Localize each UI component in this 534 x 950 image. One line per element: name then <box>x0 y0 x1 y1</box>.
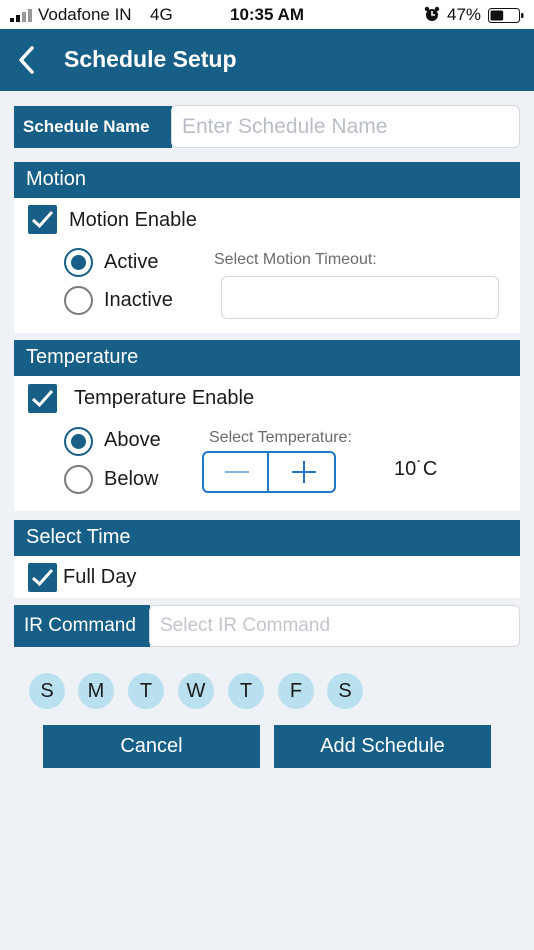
temperature-enable-checkbox[interactable] <box>28 384 57 413</box>
day-monday[interactable]: M <box>78 673 114 709</box>
add-schedule-button[interactable]: Add Schedule <box>274 725 491 768</box>
temperature-below-radio[interactable] <box>64 465 93 494</box>
status-bar: Vodafone IN 4G 10:35 AM 47% <box>0 0 534 29</box>
day-wednesday[interactable]: W <box>178 673 214 709</box>
page-title: Schedule Setup <box>64 46 237 72</box>
nav-bar: Schedule Setup <box>0 29 534 91</box>
motion-timeout-field[interactable] <box>221 276 499 319</box>
full-day-checkbox[interactable] <box>28 563 57 592</box>
checkmark-icon <box>31 569 54 587</box>
temperature-value: 10˙C <box>394 458 438 480</box>
battery-percentage: 47% <box>447 5 482 24</box>
day-tuesday[interactable]: T <box>128 673 164 709</box>
motion-timeout-label: Select Motion Timeout: <box>214 251 377 268</box>
battery-icon <box>488 8 524 23</box>
schedule-name-label: Schedule Name <box>14 106 172 148</box>
temperature-enable-label: Temperature Enable <box>74 387 255 409</box>
checkmark-icon <box>31 211 54 229</box>
motion-section-header: Motion <box>14 162 520 198</box>
alarm-icon <box>424 6 440 21</box>
checkmark-icon <box>31 390 54 408</box>
increment-button[interactable] <box>271 453 336 491</box>
cancel-button[interactable]: Cancel <box>43 725 260 768</box>
full-day-label: Full Day <box>63 566 137 588</box>
time-card: Full Day <box>14 556 520 598</box>
back-chevron-icon[interactable] <box>12 45 42 75</box>
temperature-above-label: Above <box>104 429 161 451</box>
temperature-stepper <box>202 451 336 493</box>
schedule-name-input[interactable] <box>171 105 520 148</box>
time-section-header: Select Time <box>14 520 520 556</box>
ir-command-input[interactable] <box>149 605 520 647</box>
decrement-button[interactable] <box>204 453 269 491</box>
motion-inactive-radio[interactable] <box>64 286 93 315</box>
day-sunday[interactable]: S <box>29 673 65 709</box>
temperature-above-radio[interactable] <box>64 427 93 456</box>
motion-enable-label: Motion Enable <box>69 209 197 231</box>
motion-enable-checkbox[interactable] <box>28 205 57 234</box>
motion-active-label: Active <box>104 251 159 273</box>
motion-card: Motion Enable Active Inactive Select Mot… <box>14 198 520 333</box>
temperature-select-label: Select Temperature: <box>209 429 352 446</box>
day-thursday[interactable]: T <box>228 673 264 709</box>
temperature-below-label: Below <box>104 468 159 490</box>
day-saturday[interactable]: S <box>327 673 363 709</box>
motion-active-radio[interactable] <box>64 248 93 277</box>
plus-icon <box>292 461 316 483</box>
day-friday[interactable]: F <box>278 673 314 709</box>
motion-inactive-label: Inactive <box>104 289 173 311</box>
temperature-section-header: Temperature <box>14 340 520 376</box>
minus-icon <box>225 471 249 473</box>
ir-command-label: IR Command <box>14 605 150 647</box>
